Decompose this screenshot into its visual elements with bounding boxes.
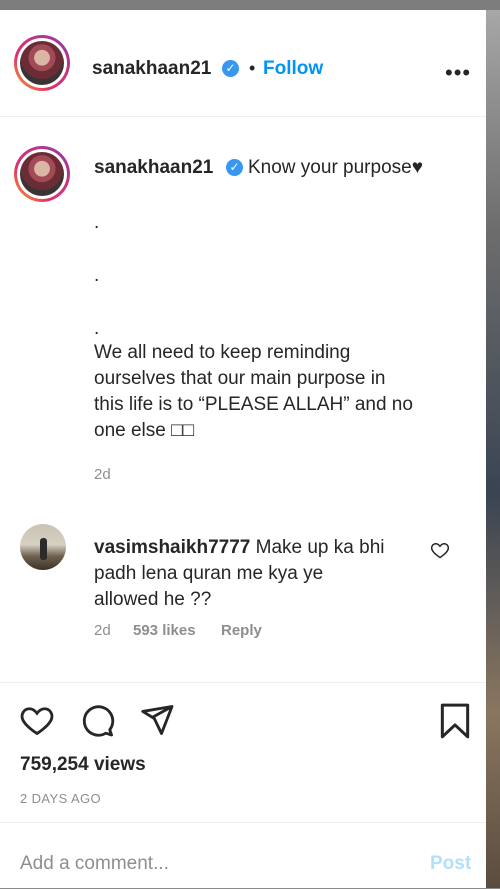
comment-likes-count[interactable]: 593 likes [133,622,196,639]
caption-timestamp[interactable]: 2d [94,466,111,483]
action-bar [0,682,486,683]
caption-line: this life is to “PLEASE ALLAH” and no [94,394,413,415]
comment-timestamp[interactable]: 2d [94,622,111,639]
post-header: sanakhaan21 ✓ • Follow ••• [0,10,486,117]
more-options-icon[interactable]: ••• [445,60,471,86]
comment-username[interactable]: vasimshaikh7777 [94,537,250,558]
comment-text: vasimshaikh7777 Make up ka bhi padh lena… [94,535,424,613]
paper-plane-icon[interactable] [138,702,176,738]
caption-verified-badge-icon: ✓ [226,159,243,176]
add-comment-bar: Add a comment... Post [0,822,486,889]
verified-badge-icon: ✓ [222,60,239,77]
caption-dot-3: . [94,318,100,339]
comment-line-1: Make up ka bhi [255,537,385,558]
post-age[interactable]: 2 DAYS AGO [20,791,101,806]
background-photo-strip [486,10,500,888]
header-username[interactable]: sanakhaan21 [92,58,211,80]
add-comment-input[interactable]: Add a comment... [20,853,169,875]
commenter-avatar[interactable] [20,524,66,570]
comment-reply-button[interactable]: Reply [221,622,262,639]
caption-line: ourselves that our main purpose in [94,368,386,389]
heart-icon[interactable] [18,702,56,738]
caption-username[interactable]: sanakhaan21 [94,157,213,179]
caption-first-line: Know your purpose♥ [248,157,423,178]
header-separator: • [249,58,256,78]
comment-like-heart-icon[interactable] [430,540,450,560]
views-count[interactable]: 759,254 views [20,754,146,776]
comment-line-3: allowed he ?? [94,589,212,610]
comment-line-2: padh lena quran me kya ye [94,563,324,584]
caption-author-avatar[interactable] [14,146,70,202]
caption-line: We all need to keep reminding [94,342,351,363]
author-avatar[interactable] [14,35,70,91]
comment-icon[interactable] [78,702,116,738]
caption-line: one else □□ [94,420,195,441]
window-top-bar [0,0,500,10]
follow-button[interactable]: Follow [263,58,323,80]
caption-dot-1: . [94,212,100,233]
post-side-panel: sanakhaan21 ✓ • Follow ••• sanakhaan21 ✓… [0,10,486,888]
caption-dot-2: . [94,265,100,286]
post-comment-button[interactable]: Post [430,853,471,875]
bookmark-icon[interactable] [436,702,474,740]
